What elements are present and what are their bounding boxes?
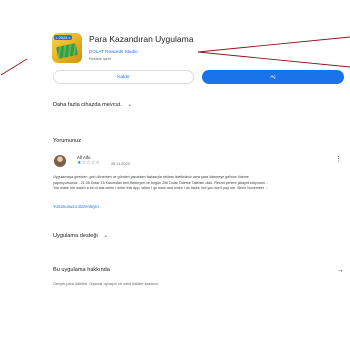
- rating-stars: ★☆☆☆☆: [77, 161, 100, 166]
- star-empty-icon: ☆☆☆☆: [81, 161, 101, 166]
- avatar: [54, 155, 66, 167]
- more-vert-icon[interactable]: ⋮: [335, 155, 342, 163]
- about-label: Bu uygulama hakkında: [53, 266, 110, 273]
- chevron-down-icon: ⌄: [127, 102, 133, 108]
- ads-notice: Reklam içerir: [89, 57, 112, 61]
- annotation-arrow-left: [0, 58, 28, 76]
- support-label: Uygulama desteği ⌄: [53, 233, 109, 239]
- about-row[interactable]: Bu uygulama hakkında →: [53, 265, 344, 274]
- about-description: Gerçek para ödülleri. Oyunlar oynayın ve…: [53, 282, 159, 286]
- chevron-down-icon: ⌄: [103, 233, 109, 239]
- app-icon-badge: • 2024 •: [54, 35, 72, 40]
- app-icon: • 2024 •: [52, 33, 82, 63]
- review-text: Uygulamaya girerken ,geri dönerken ve gö…: [53, 175, 343, 192]
- reviews-heading: Yorumunuz: [53, 138, 82, 144]
- support-row[interactable]: Uygulama desteği ⌄: [53, 232, 344, 239]
- review-line: You make me watch a lot of ads when I en…: [53, 186, 269, 190]
- review-date: 25.11.2023: [111, 162, 130, 166]
- devices-label: Daha fazla cihazda mevcut. ⌄: [53, 102, 133, 108]
- edit-review-link[interactable]: Yorumunuzu düzenleyin: [53, 204, 99, 209]
- review-author: Alf Alfu: [77, 155, 91, 160]
- devices-row[interactable]: Daha fazla cihazda mevcut. ⌄: [53, 101, 344, 108]
- uninstall-button[interactable]: Kaldır: [53, 70, 194, 84]
- open-button[interactable]: Aç: [202, 70, 344, 84]
- arrow-right-icon[interactable]: →: [337, 265, 345, 274]
- annotation-arrow-right: [197, 36, 350, 68]
- app-title: Para Kazandıran Uygulama: [89, 34, 194, 44]
- money-stack-icon: [55, 43, 79, 59]
- developer-link[interactable]: DOLAT Rewards Studio: [89, 49, 138, 54]
